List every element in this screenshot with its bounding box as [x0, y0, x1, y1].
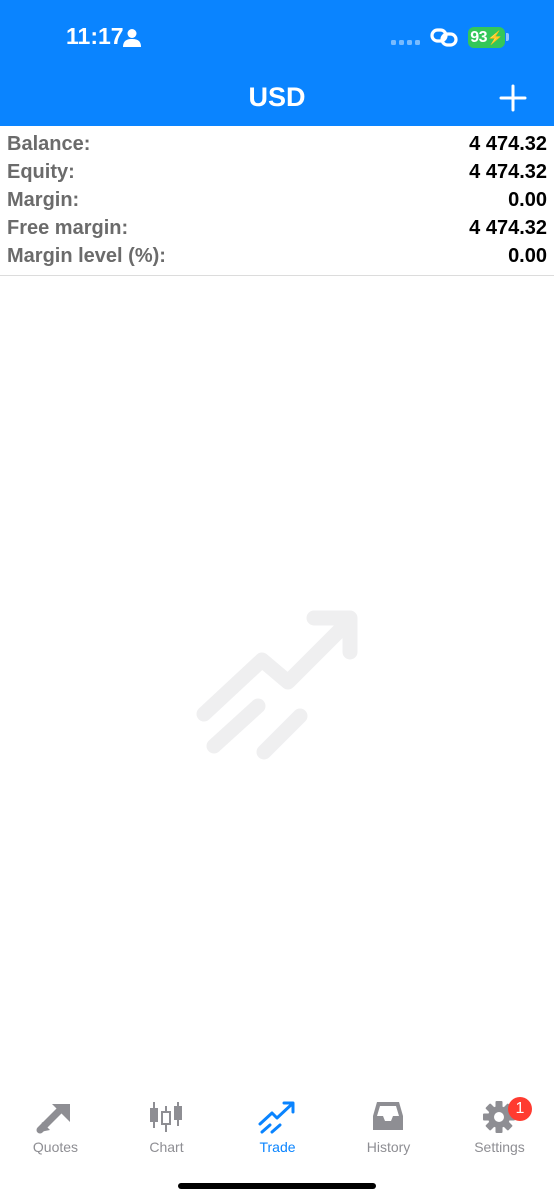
tab-history[interactable]: History — [333, 1088, 444, 1168]
add-button[interactable] — [497, 82, 529, 114]
link-icon — [430, 28, 458, 47]
margin-value: 0.00 — [508, 188, 547, 211]
settings-notification-badge: 1 — [508, 1097, 532, 1121]
equity-label: Equity: — [7, 160, 75, 183]
tab-chart[interactable]: Chart — [111, 1088, 222, 1168]
battery-indicator: 93⚡ — [468, 27, 505, 48]
tab-quotes-label: Quotes — [32, 1139, 79, 1155]
balance-value: 4 474.32 — [469, 132, 547, 155]
tab-trade-label: Trade — [259, 1139, 296, 1155]
trade-arrow-icon — [258, 1101, 295, 1134]
equity-value: 4 474.32 — [469, 160, 547, 183]
cellular-signal-icon — [391, 40, 420, 45]
account-summary: Balance: 4 474.32 Equity: 4 474.32 Margi… — [0, 126, 554, 276]
tab-trade[interactable]: Trade — [222, 1088, 333, 1168]
balance-row: Balance: 4 474.32 — [0, 130, 554, 158]
tab-chart-label: Chart — [149, 1139, 184, 1155]
margin-row: Margin: 0.00 — [0, 186, 554, 214]
home-indicator — [178, 1183, 376, 1189]
tab-settings-label: Settings — [474, 1139, 525, 1155]
tab-settings[interactable]: Settings — [444, 1088, 554, 1168]
quotes-icon — [36, 1104, 70, 1134]
empty-trade-icon — [196, 610, 358, 760]
margin-level-value: 0.00 — [508, 244, 547, 267]
margin-level-row: Margin level (%): 0.00 — [0, 242, 554, 270]
free-margin-label: Free margin: — [7, 216, 129, 239]
candlestick-chart-icon — [150, 1102, 182, 1132]
status-time: 11:17 — [66, 23, 124, 49]
person-icon — [123, 29, 141, 47]
page-title: USD — [248, 82, 306, 112]
battery-level: 93 — [470, 29, 488, 46]
equity-row: Equity: 4 474.32 — [0, 158, 554, 186]
margin-level-label: Margin level (%): — [7, 244, 166, 267]
battery-cap — [506, 33, 509, 41]
charging-icon: ⚡ — [487, 30, 503, 45]
header-bar: 11:17 93⚡ USD — [0, 0, 554, 126]
tab-quotes[interactable]: Quotes — [0, 1088, 111, 1168]
balance-label: Balance: — [7, 132, 91, 155]
free-margin-row: Free margin: 4 474.32 — [0, 214, 554, 242]
margin-label: Margin: — [7, 188, 80, 211]
tab-history-label: History — [366, 1139, 411, 1155]
inbox-tray-icon — [373, 1102, 403, 1130]
free-margin-value: 4 474.32 — [469, 216, 547, 239]
